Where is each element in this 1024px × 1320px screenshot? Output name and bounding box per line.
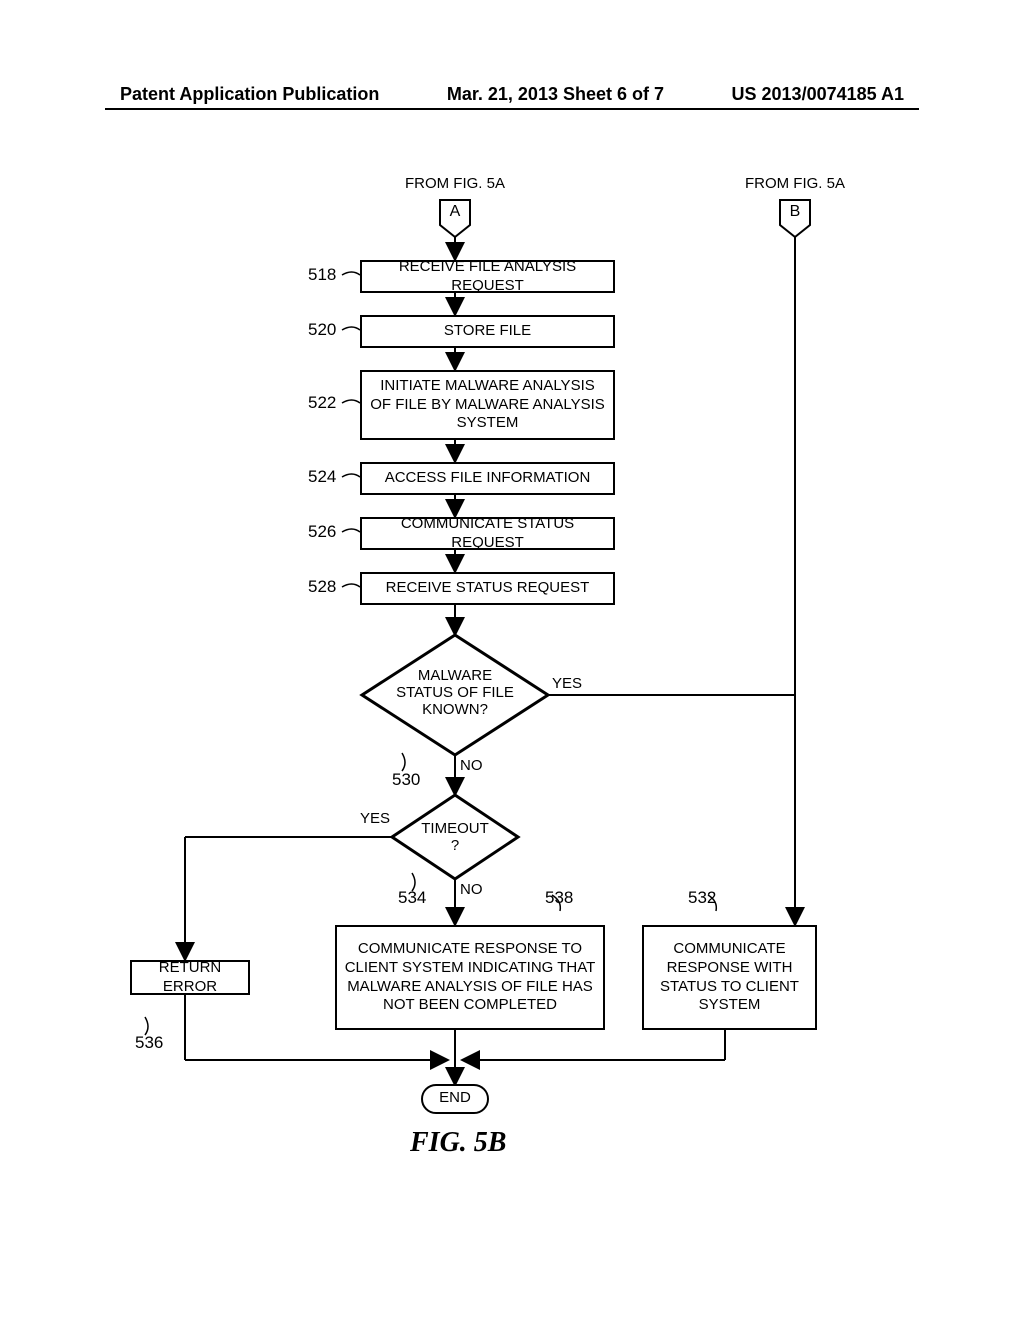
step-access-info: ACCESS FILE INFORMATION (360, 462, 615, 495)
step-comm-status-req: COMMUNICATE STATUS REQUEST (360, 517, 615, 550)
ref-518: 518 (308, 265, 336, 285)
ref-520: 520 (308, 320, 336, 340)
connector-a: A (448, 203, 462, 221)
decision-timeout: TIMEOUT ? (420, 820, 490, 854)
branch-530-no: NO (460, 757, 483, 774)
ref-522: 522 (308, 393, 336, 413)
page-header: Patent Application Publication Mar. 21, … (0, 84, 1024, 105)
step-return-error: RETURN ERROR (130, 960, 250, 995)
ref-532: 532 (688, 888, 716, 908)
branch-534-yes: YES (360, 810, 390, 827)
ref-538: 538 (545, 888, 573, 908)
page: Patent Application Publication Mar. 21, … (0, 0, 1024, 1320)
ref-536: 536 (135, 1033, 163, 1053)
step-response-not-complete: COMMUNICATE RESPONSE TO CLIENT SYSTEM IN… (335, 925, 605, 1030)
step-receive-request: RECEIVE FILE ANALYSIS REQUEST (360, 260, 615, 293)
decision-malware-known: MALWARE STATUS OF FILE KNOWN? (395, 667, 515, 718)
ref-526: 526 (308, 522, 336, 542)
step-initiate-analysis: INITIATE MALWARE ANALYSIS OF FILE BY MAL… (360, 370, 615, 440)
ref-534: 534 (398, 888, 426, 908)
step-recv-status-req: RECEIVE STATUS REQUEST (360, 572, 615, 605)
header-right: US 2013/0074185 A1 (732, 84, 904, 105)
header-rule (105, 108, 919, 110)
header-center: Mar. 21, 2013 Sheet 6 of 7 (447, 84, 664, 105)
ref-530: 530 (392, 770, 420, 790)
end-terminator: END (430, 1089, 480, 1106)
branch-530-yes: YES (552, 675, 582, 692)
branch-534-no: NO (460, 881, 483, 898)
step-response-with-status: COMMUNICATE RESPONSE WITH STATUS TO CLIE… (642, 925, 817, 1030)
step-store-file: STORE FILE (360, 315, 615, 348)
connector-b: B (788, 203, 802, 221)
figure-label: FIG. 5B (410, 1127, 506, 1159)
ref-524: 524 (308, 467, 336, 487)
header-left: Patent Application Publication (120, 84, 379, 105)
flowchart: FROM FIG. 5A FROM FIG. 5A (70, 175, 940, 1185)
ref-528: 528 (308, 577, 336, 597)
